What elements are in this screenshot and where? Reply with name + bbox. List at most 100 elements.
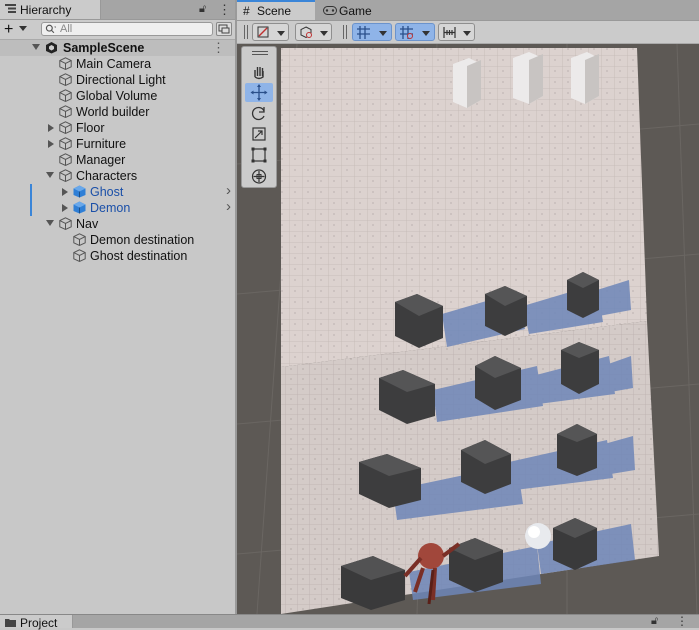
hierarchy-item-label: Ghost destination <box>90 249 188 263</box>
open-prefab-icon[interactable]: › <box>226 182 231 199</box>
selection-indicator <box>30 200 32 216</box>
hierarchy-tab-bar: Hierarchy 🔓︎ ⋮ <box>0 0 235 20</box>
hierarchy-tab[interactable]: Hierarchy <box>0 0 101 19</box>
hierarchy-item[interactable]: Ghost destination <box>0 248 235 264</box>
ruler-dropdown[interactable] <box>438 23 475 41</box>
grid-snap-toggle[interactable] <box>352 23 392 41</box>
transform-tool-icon <box>251 169 267 184</box>
scene-root-row[interactable]: SampleScene ⋮ <box>0 40 235 56</box>
lock-icon[interactable]: 🔓︎ <box>199 3 206 16</box>
folder-icon <box>5 619 16 627</box>
draw-mode-icon <box>257 26 269 38</box>
gameobject-icon <box>59 169 72 182</box>
hierarchy-item[interactable]: Demon destination <box>0 232 235 248</box>
hand-tool-icon <box>254 67 264 80</box>
open-prefab-icon[interactable]: › <box>226 198 231 215</box>
hierarchy-list-icon <box>5 4 16 13</box>
rect-tool-icon <box>251 147 267 163</box>
scene-options-icon[interactable]: ⋮ <box>212 40 225 56</box>
scale-tool-button[interactable] <box>245 125 273 144</box>
move-tool-button[interactable] <box>245 83 273 102</box>
dropdown-caret-icon <box>277 31 285 36</box>
project-tab-bar: Project 🔓︎ ⋮ <box>0 614 699 630</box>
prefab-icon <box>73 201 86 214</box>
gameobject-icon <box>59 217 72 230</box>
hierarchy-item[interactable]: Characters <box>0 168 235 184</box>
more-options-icon[interactable]: ⋮ <box>218 2 231 18</box>
dropdown-caret-icon <box>463 31 471 36</box>
tools-grip[interactable] <box>252 54 268 55</box>
scene-visibility-filter-button[interactable] <box>216 22 232 36</box>
tab-scene[interactable]: # Scene <box>237 0 315 20</box>
gameobject-icon <box>73 233 86 246</box>
gameobject-icon <box>59 57 72 70</box>
dropdown-caret-icon <box>320 31 328 36</box>
project-tab-label: Project <box>20 616 58 630</box>
visibility-filter-icon <box>218 24 230 34</box>
fold-closed-icon[interactable] <box>62 204 68 212</box>
hierarchy-toolbar: + <box>0 20 235 40</box>
gameobject-icon <box>59 89 72 102</box>
fold-closed-icon[interactable] <box>48 140 54 148</box>
scene-name-label: SampleScene <box>63 41 145 55</box>
toolbar-grip <box>343 25 344 39</box>
lock-icon[interactable]: 🔓︎ <box>651 615 658 628</box>
hierarchy-tab-label: Hierarchy <box>20 3 72 17</box>
hierarchy-item[interactable]: Ghost › <box>0 182 235 200</box>
hierarchy-item-label: Demon destination <box>90 233 195 247</box>
hierarchy-item-label: Main Camera <box>76 57 152 71</box>
hierarchy-item-label: Manager <box>76 153 126 167</box>
project-tab[interactable]: Project <box>0 615 73 630</box>
hierarchy-item[interactable]: Directional Light <box>0 72 235 88</box>
rotate-tool-button[interactable] <box>245 104 273 123</box>
toolbar-grip <box>247 25 248 39</box>
increment-snap-toggle[interactable] <box>395 23 435 41</box>
rect-tool-button[interactable] <box>245 146 273 165</box>
gameobject-icon <box>73 249 86 262</box>
hierarchy-item[interactable]: Main Camera <box>0 56 235 72</box>
shading-mode-dropdown[interactable] <box>295 23 332 41</box>
transform-tool-button[interactable] <box>245 167 273 186</box>
hierarchy-item-label: World builder <box>76 105 150 119</box>
hierarchy-item[interactable]: Global Volume <box>0 88 235 104</box>
scene-render <box>237 44 699 614</box>
hierarchy-item[interactable]: Furniture <box>0 136 235 152</box>
ruler-icon <box>443 27 456 38</box>
add-object-button[interactable]: + <box>4 20 13 39</box>
gameobject-icon <box>59 105 72 118</box>
increment-snap-icon <box>400 26 413 39</box>
scene-viewport[interactable] <box>237 44 699 614</box>
grid-snap-icon <box>357 26 370 39</box>
fold-open-icon[interactable] <box>46 172 54 178</box>
dropdown-caret-icon <box>422 31 430 36</box>
draw-mode-dropdown[interactable] <box>252 23 289 41</box>
hierarchy-item[interactable]: World builder <box>0 104 235 120</box>
gameobject-icon <box>59 73 72 86</box>
search-icon <box>45 24 56 34</box>
hierarchy-item-label: Directional Light <box>76 73 166 87</box>
hierarchy-item-label: Floor <box>76 121 105 135</box>
fold-open-icon[interactable] <box>32 44 40 50</box>
search-input[interactable] <box>60 23 208 35</box>
tab-game-label: Game <box>339 4 372 18</box>
pillar <box>453 58 481 108</box>
fold-open-icon[interactable] <box>46 220 54 226</box>
hierarchy-item[interactable]: Demon › <box>0 198 235 216</box>
fold-closed-icon[interactable] <box>48 124 54 132</box>
fold-closed-icon[interactable] <box>62 188 68 196</box>
hierarchy-search-field[interactable] <box>41 22 213 36</box>
hierarchy-item[interactable]: Floor <box>0 120 235 136</box>
hand-tool-button[interactable] <box>245 62 273 81</box>
shading-mode-icon <box>300 26 312 39</box>
hierarchy-item[interactable]: Nav <box>0 216 235 232</box>
scene-tab-bar: # Scene Game <box>237 0 699 21</box>
tools-grip[interactable] <box>252 51 268 52</box>
hierarchy-item-label: Global Volume <box>76 89 158 103</box>
gameobject-icon <box>59 121 72 134</box>
add-dropdown-caret-icon[interactable] <box>19 26 27 31</box>
prefab-icon <box>73 185 86 198</box>
more-options-icon[interactable]: ⋮ <box>676 614 688 628</box>
tab-game[interactable]: Game <box>317 0 387 20</box>
hierarchy-item[interactable]: Manager <box>0 152 235 168</box>
tab-scene-label: Scene <box>257 4 292 18</box>
